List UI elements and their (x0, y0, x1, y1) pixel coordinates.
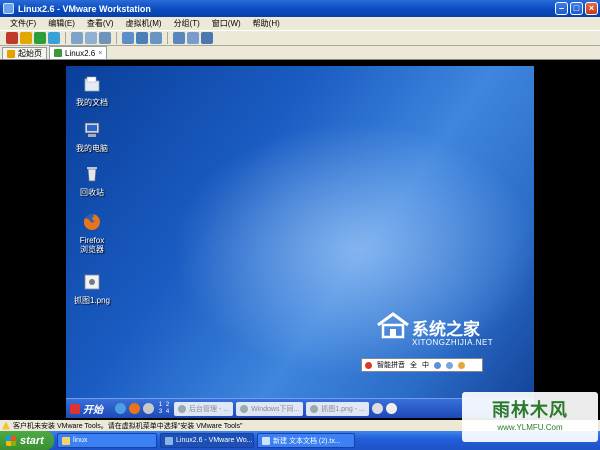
ime-chinese-toggle[interactable]: 中 (422, 360, 429, 370)
task-icon (240, 404, 249, 413)
window-caption-buttons: – □ × (555, 2, 598, 15)
ime-menu-icon[interactable] (458, 361, 465, 369)
quicklaunch-firefox-icon[interactable] (129, 403, 140, 414)
menu-window[interactable]: 窗口(W) (212, 18, 241, 29)
notepad-icon (262, 436, 270, 445)
workspace-pager[interactable]: 1 2 3 4 (157, 402, 171, 416)
ime-name[interactable]: 智能拼音 (377, 360, 405, 370)
close-button[interactable]: × (585, 2, 598, 15)
guest-task-admin[interactable]: 后台管理 - ... (174, 401, 234, 416)
quick-switch-icon[interactable] (136, 32, 148, 44)
window-title: Linux2.6 - VMware Workstation (18, 3, 151, 14)
guest-screen[interactable]: 我的文档 我的电脑 回收站 Firefox 浏览器 抓图1.png 系统之家 X… (66, 66, 534, 418)
ime-punct-icon[interactable] (446, 361, 453, 369)
taskbar-item-vmware[interactable]: Linux2.6 - VMware Wo... (160, 433, 254, 448)
power-off-icon[interactable] (6, 32, 18, 44)
tab-linux26[interactable]: Linux2.6 × (49, 46, 108, 59)
menu-view[interactable]: 查看(V) (87, 18, 114, 29)
snapshot-manager-icon[interactable] (99, 32, 111, 44)
guest-task-screenshot[interactable]: 抓图1.png - ... (306, 401, 369, 416)
task-icon (310, 404, 319, 413)
ime-moon-icon[interactable] (434, 361, 441, 369)
folder-icon (62, 436, 70, 445)
desktop-icon-firefox[interactable]: Firefox 浏览器 (67, 212, 117, 254)
image-file-icon (84, 274, 100, 290)
watermark-title: 系统之家 (412, 320, 480, 340)
toolbar-separator (167, 32, 168, 44)
vmware-app-icon (3, 3, 14, 14)
ime-logo-icon (365, 361, 372, 369)
taskbar-item-linux-folder[interactable]: linux (57, 433, 157, 448)
desktop-icon-recycle-bin[interactable]: 回收站 (67, 164, 117, 197)
minimize-button[interactable]: – (555, 2, 568, 15)
guest-start-button[interactable]: 开始 (66, 400, 112, 418)
menu-file[interactable]: 文件(F) (10, 18, 36, 29)
toolbar-separator (65, 32, 66, 44)
quicklaunch-browser-icon[interactable] (115, 403, 126, 414)
desktop-icon-my-documents[interactable]: 我的文档 (67, 74, 117, 107)
tab-label: Linux2.6 (65, 48, 96, 58)
badge-url: www.YLMFU.Com (497, 423, 563, 432)
snapshot-icon[interactable] (71, 32, 83, 44)
menu-edit[interactable]: 编辑(E) (48, 18, 75, 29)
full-screen-icon[interactable] (122, 32, 134, 44)
folder-icon (84, 76, 100, 92)
tab-label: 起始页 (18, 49, 42, 58)
toolbar (0, 30, 600, 46)
guest-task-windows[interactable]: Windows下同... (236, 401, 304, 416)
reset-icon[interactable] (48, 32, 60, 44)
desktop-icon-screenshot-file[interactable]: 抓图1.png (67, 272, 117, 305)
windows-logo-icon (6, 435, 16, 446)
suspend-icon[interactable] (20, 32, 32, 44)
site-watermark: 系统之家 XITONGZHIJIA.NET (376, 309, 534, 351)
guest-start-logo-icon (70, 403, 80, 414)
power-on-icon[interactable] (34, 32, 46, 44)
unity-icon[interactable] (201, 32, 213, 44)
house-logo-icon (377, 312, 409, 339)
site-badge: 雨林木风 www.YLMFU.Com (462, 392, 598, 442)
firefox-icon (83, 214, 100, 230)
start-button[interactable]: start (0, 431, 54, 450)
menubar: 文件(F) 编辑(E) 查看(V) 虚拟机(M) 分组(T) 窗口(W) 帮助(… (0, 17, 600, 30)
status-message: 客户机未安装 VMware Tools。请在虚拟机菜单中选择"安装 VMware… (13, 422, 243, 430)
tray-network-icon[interactable] (385, 403, 397, 414)
tab-close-icon[interactable]: × (98, 50, 102, 57)
ime-toolbar[interactable]: 智能拼音 全 中 (361, 358, 483, 372)
tab-bar: 起始页 Linux2.6 × (0, 46, 600, 60)
appliance-view-icon[interactable] (187, 32, 199, 44)
task-icon (178, 404, 186, 413)
tab-home[interactable]: 起始页 (2, 47, 47, 59)
console-view-icon[interactable] (173, 32, 185, 44)
taskbar-item-notepad[interactable]: 新建 文本文档 (2).tx... (257, 433, 355, 448)
summary-view-icon[interactable] (150, 32, 162, 44)
menu-vm[interactable]: 虚拟机(M) (126, 18, 162, 29)
quicklaunch-terminal-icon[interactable] (143, 403, 154, 414)
toolbar-separator (116, 32, 117, 44)
badge-title: 雨林木风 (492, 400, 568, 420)
vmware-icon (165, 436, 173, 445)
maximize-button[interactable]: □ (570, 2, 583, 15)
menu-team[interactable]: 分组(T) (174, 18, 200, 29)
computer-icon (84, 122, 100, 137)
home-icon (7, 49, 15, 58)
desktop-icon-my-computer[interactable]: 我的电脑 (67, 120, 117, 153)
ime-fullwidth-toggle[interactable]: 全 (410, 360, 417, 370)
watermark-url: XITONGZHIJIA.NET (412, 338, 494, 347)
revert-snapshot-icon[interactable] (85, 32, 97, 44)
window-titlebar: Linux2.6 - VMware Workstation – □ × (0, 0, 600, 17)
warning-icon (2, 421, 10, 430)
trash-icon (87, 167, 97, 182)
menu-help[interactable]: 帮助(H) (253, 18, 280, 29)
tray-speaker-icon[interactable] (371, 403, 383, 414)
vm-icon (54, 49, 62, 57)
